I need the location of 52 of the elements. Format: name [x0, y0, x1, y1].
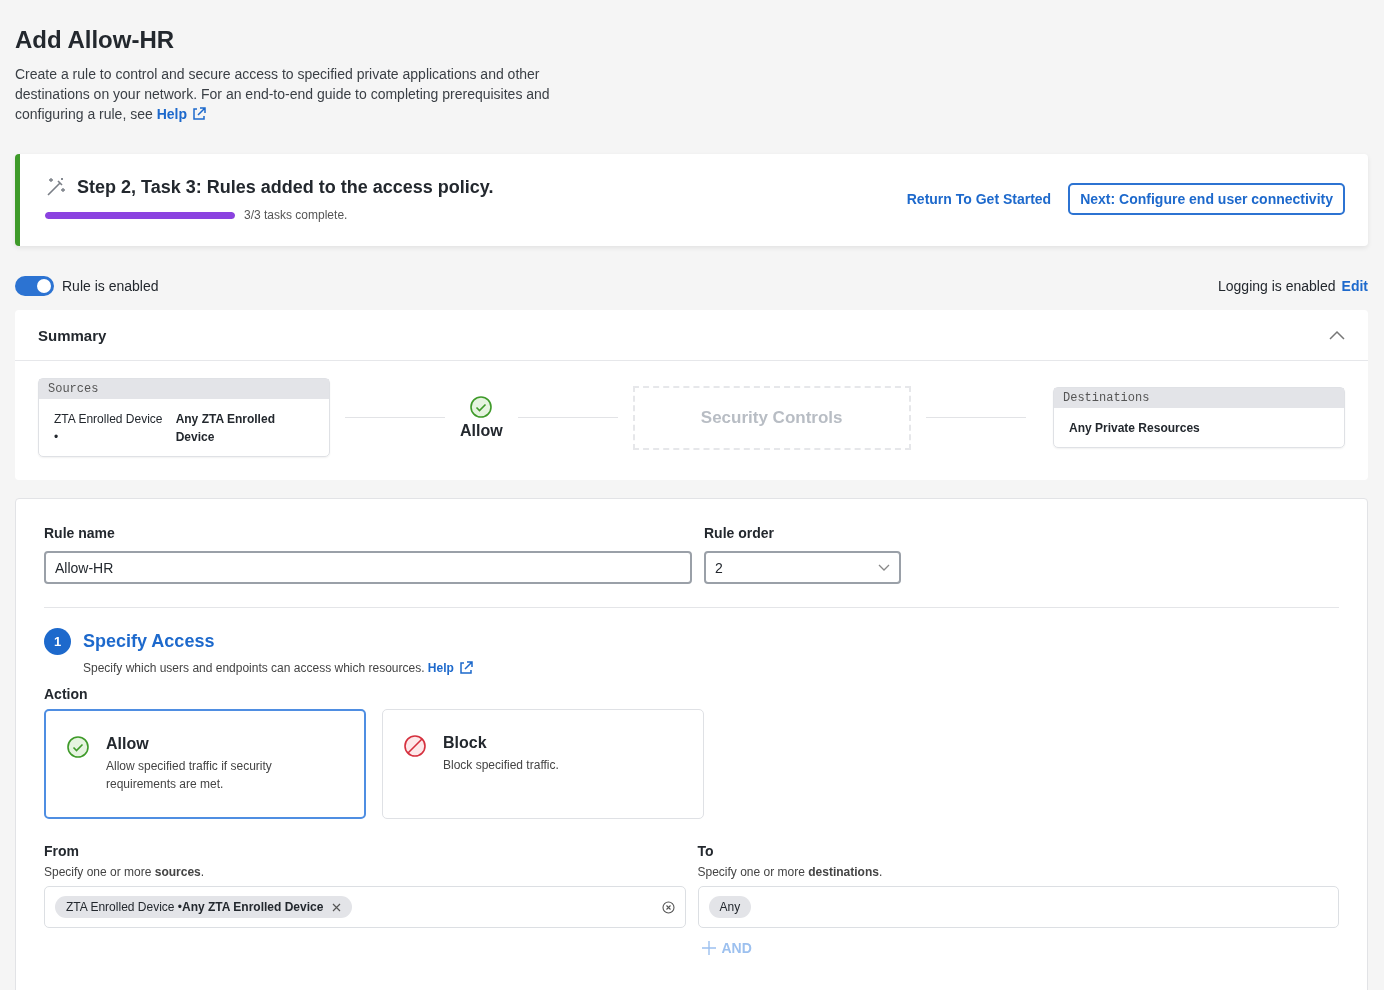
summary-title: Summary — [38, 327, 107, 344]
from-field[interactable]: ZTA Enrolled Device •Any ZTA Enrolled Device — [44, 886, 686, 928]
external-link-icon — [191, 106, 207, 122]
banner-title: Step 2, Task 3: Rules added to the access policy. — [77, 176, 494, 198]
remove-icon[interactable] — [332, 902, 342, 912]
next-button[interactable]: Next: Configure end user connectivity — [1068, 183, 1345, 215]
return-link[interactable]: Return To Get Started — [906, 191, 1052, 207]
rule-name-field[interactable]: Allow-HR — [44, 551, 692, 584]
help-link[interactable]: Help — [156, 104, 207, 124]
security-controls-label: Security Controls — [700, 407, 843, 428]
to-field[interactable]: Any — [697, 886, 1339, 928]
action-option-card[interactable]: Block Block specified traffic. — [382, 709, 704, 819]
field-label: From — [44, 843, 80, 859]
help-link[interactable]: Help — [427, 660, 474, 676]
selection-chip: ZTA Enrolled Device •Any ZTA Enrolled Device — [55, 896, 353, 918]
action-description: Block specified traffic. — [443, 757, 559, 774]
field-hint: Specify one or more sources. — [44, 865, 206, 879]
prohibited-icon — [403, 734, 427, 758]
step-number-badge: 1 — [44, 628, 71, 655]
toggle-label: Rule is enabled — [62, 278, 159, 294]
source-type: ZTA Enrolled Device • — [54, 411, 164, 446]
check-circle-icon — [469, 395, 494, 419]
action-label: Allow — [460, 422, 503, 440]
action-description: Allow specified traffic if security requirements are met. — [106, 758, 273, 793]
rule-order-dropdown[interactable]: 2 — [704, 551, 901, 584]
page-title: Add Allow-HR — [15, 26, 176, 54]
logging-status: Logging is enabled — [1218, 278, 1336, 294]
external-link-icon — [457, 660, 474, 676]
check-circle-icon — [66, 735, 90, 759]
section-description: Specify which users and endpoints can access which resources. Help — [83, 660, 1339, 676]
action-option-card[interactable]: Allow Allow specified traffic if security requirements are met. — [44, 709, 366, 819]
edit-link[interactable]: Edit — [1341, 278, 1368, 294]
field-label: Rule order — [704, 525, 775, 541]
action-heading: Action — [44, 686, 89, 702]
sources-heading: Sources — [39, 379, 329, 399]
selection-chip: Any — [708, 896, 752, 918]
field-label: Rule name — [44, 525, 116, 541]
field-hint: Specify one or more destinations. — [697, 865, 884, 879]
field-label: To — [697, 843, 715, 859]
magic-wand-icon — [45, 176, 67, 198]
source-value: Any ZTA Enrolled Device — [175, 411, 276, 446]
section-title: Specify Access — [83, 631, 215, 652]
chevron-down-icon — [878, 563, 890, 572]
destinations-heading: Destinations — [1054, 388, 1344, 408]
clear-icon[interactable] — [661, 900, 675, 914]
toggle-switch[interactable] — [15, 276, 54, 296]
plus-icon — [701, 941, 716, 955]
destination-value: Any Private Resources — [1069, 421, 1200, 435]
progress-text: 3/3 tasks complete. — [244, 208, 348, 222]
page-description: Create a rule to control and secure access to specified private applications and other destinations on your network. For an end-to-end guide to completing prerequisites and configuring a rule, see Help — [15, 65, 551, 124]
action-title: Block — [443, 734, 488, 752]
action-title: Allow — [106, 735, 150, 753]
